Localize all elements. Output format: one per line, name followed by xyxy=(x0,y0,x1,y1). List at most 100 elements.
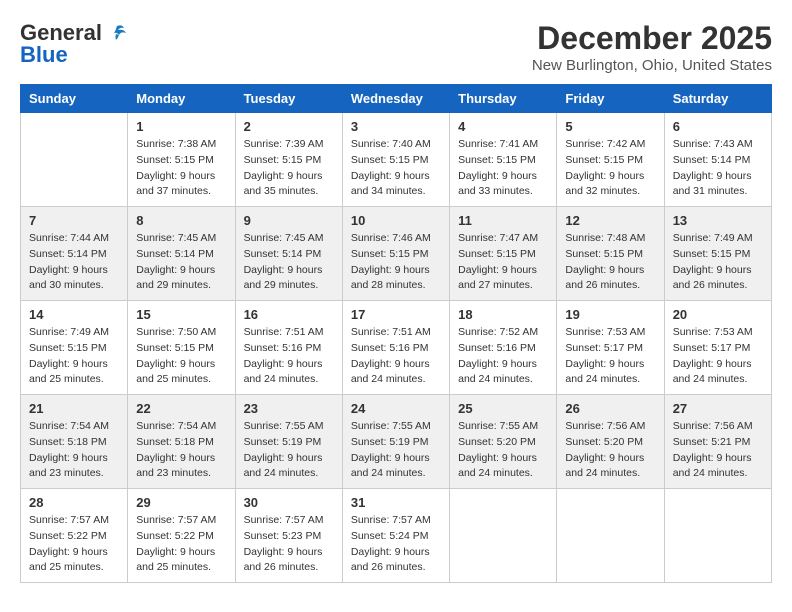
calendar-cell: 13Sunrise: 7:49 AM Sunset: 5:15 PM Dayli… xyxy=(664,207,771,301)
logo: General Blue xyxy=(20,20,128,68)
day-number: 10 xyxy=(351,213,441,228)
location-text: New Burlington, Ohio, United States xyxy=(532,57,772,74)
calendar-cell: 4 Sunrise: 7:41 AM Sunset: 5:15 PM Daylig… xyxy=(450,113,557,207)
calendar-cell: 17Sunrise: 7:51 AM Sunset: 5:16 PM Dayli… xyxy=(342,301,449,395)
day-info: Sunrise: 7:57 AM Sunset: 5:22 PM Dayligh… xyxy=(29,513,119,576)
day-number: 12 xyxy=(565,213,655,228)
calendar-table: SundayMondayTuesdayWednesdayThursdayFrid… xyxy=(20,84,772,583)
calendar-cell xyxy=(557,489,664,583)
calendar-cell: 11 Sunrise: 7:47 AM Sunset: 5:15 PM Dayli… xyxy=(450,207,557,301)
day-number: 6 xyxy=(673,119,763,134)
calendar-week-row: 1 Sunrise: 7:38 AM Sunset: 5:15 PM Daylig… xyxy=(21,113,772,207)
day-info: Sunrise: 7:44 AM Sunset: 5:14 PM Dayligh… xyxy=(29,231,119,294)
calendar-cell: 14Sunrise: 7:49 AM Sunset: 5:15 PM Dayli… xyxy=(21,301,128,395)
weekday-header-tuesday: Tuesday xyxy=(235,85,342,113)
day-info: Sunrise: 7:38 AM Sunset: 5:15 PM Dayligh… xyxy=(136,137,226,200)
day-number: 8 xyxy=(136,213,226,228)
day-number: 21 xyxy=(29,401,119,416)
day-info: Sunrise: 7:47 AM Sunset: 5:15 PM Dayligh… xyxy=(458,231,548,294)
calendar-week-row: 28 Sunrise: 7:57 AM Sunset: 5:22 PM Dayli… xyxy=(21,489,772,583)
day-number: 3 xyxy=(351,119,441,134)
day-info: Sunrise: 7:54 AM Sunset: 5:18 PM Dayligh… xyxy=(136,419,226,482)
calendar-cell: 26 Sunrise: 7:56 AM Sunset: 5:20 PM Dayli… xyxy=(557,395,664,489)
day-number: 29 xyxy=(136,495,226,510)
calendar-cell: 29Sunrise: 7:57 AM Sunset: 5:22 PM Dayli… xyxy=(128,489,235,583)
day-number: 20 xyxy=(673,307,763,322)
day-number: 22 xyxy=(136,401,226,416)
month-title: December 2025 xyxy=(532,20,772,57)
day-info: Sunrise: 7:52 AM Sunset: 5:16 PM Dayligh… xyxy=(458,325,548,388)
calendar-cell xyxy=(664,489,771,583)
day-info: Sunrise: 7:51 AM Sunset: 5:16 PM Dayligh… xyxy=(244,325,334,388)
day-info: Sunrise: 7:46 AM Sunset: 5:15 PM Dayligh… xyxy=(351,231,441,294)
calendar-cell: 31Sunrise: 7:57 AM Sunset: 5:24 PM Dayli… xyxy=(342,489,449,583)
day-info: Sunrise: 7:40 AM Sunset: 5:15 PM Dayligh… xyxy=(351,137,441,200)
calendar-cell: 6 Sunrise: 7:43 AM Sunset: 5:14 PM Daylig… xyxy=(664,113,771,207)
calendar-cell: 23 Sunrise: 7:55 AM Sunset: 5:19 PM Dayli… xyxy=(235,395,342,489)
day-number: 16 xyxy=(244,307,334,322)
day-number: 4 xyxy=(458,119,548,134)
calendar-cell: 24 Sunrise: 7:55 AM Sunset: 5:19 PM Dayli… xyxy=(342,395,449,489)
calendar-week-row: 21 Sunrise: 7:54 AM Sunset: 5:18 PM Dayli… xyxy=(21,395,772,489)
calendar-cell: 8 Sunrise: 7:45 AM Sunset: 5:14 PM Daylig… xyxy=(128,207,235,301)
calendar-header-row: SundayMondayTuesdayWednesdayThursdayFrid… xyxy=(21,85,772,113)
day-number: 2 xyxy=(244,119,334,134)
logo-bird-icon xyxy=(106,22,128,44)
logo-blue-text: Blue xyxy=(20,42,68,68)
day-number: 31 xyxy=(351,495,441,510)
calendar-cell xyxy=(450,489,557,583)
day-info: Sunrise: 7:55 AM Sunset: 5:19 PM Dayligh… xyxy=(244,419,334,482)
day-number: 30 xyxy=(244,495,334,510)
day-info: Sunrise: 7:41 AM Sunset: 5:15 PM Dayligh… xyxy=(458,137,548,200)
page-header: General Blue December 2025 New Burlingto… xyxy=(20,20,772,74)
calendar-cell: 16 Sunrise: 7:51 AM Sunset: 5:16 PM Dayli… xyxy=(235,301,342,395)
weekday-header-monday: Monday xyxy=(128,85,235,113)
day-number: 5 xyxy=(565,119,655,134)
day-info: Sunrise: 7:51 AM Sunset: 5:16 PM Dayligh… xyxy=(351,325,441,388)
day-number: 25 xyxy=(458,401,548,416)
calendar-cell: 22 Sunrise: 7:54 AM Sunset: 5:18 PM Dayli… xyxy=(128,395,235,489)
calendar-cell xyxy=(21,113,128,207)
weekday-header-saturday: Saturday xyxy=(664,85,771,113)
day-number: 11 xyxy=(458,213,548,228)
weekday-header-sunday: Sunday xyxy=(21,85,128,113)
day-number: 15 xyxy=(136,307,226,322)
calendar-cell: 3 Sunrise: 7:40 AM Sunset: 5:15 PM Daylig… xyxy=(342,113,449,207)
day-number: 1 xyxy=(136,119,226,134)
day-info: Sunrise: 7:57 AM Sunset: 5:23 PM Dayligh… xyxy=(244,513,334,576)
calendar-cell: 2Sunrise: 7:39 AM Sunset: 5:15 PM Daylig… xyxy=(235,113,342,207)
calendar-cell: 21 Sunrise: 7:54 AM Sunset: 5:18 PM Dayli… xyxy=(21,395,128,489)
day-info: Sunrise: 7:45 AM Sunset: 5:14 PM Dayligh… xyxy=(136,231,226,294)
day-number: 28 xyxy=(29,495,119,510)
day-info: Sunrise: 7:42 AM Sunset: 5:15 PM Dayligh… xyxy=(565,137,655,200)
calendar-cell: 18 Sunrise: 7:52 AM Sunset: 5:16 PM Dayli… xyxy=(450,301,557,395)
day-number: 18 xyxy=(458,307,548,322)
day-info: Sunrise: 7:55 AM Sunset: 5:19 PM Dayligh… xyxy=(351,419,441,482)
calendar-cell: 15 Sunrise: 7:50 AM Sunset: 5:15 PM Dayli… xyxy=(128,301,235,395)
day-info: Sunrise: 7:49 AM Sunset: 5:15 PM Dayligh… xyxy=(29,325,119,388)
weekday-header-wednesday: Wednesday xyxy=(342,85,449,113)
day-info: Sunrise: 7:48 AM Sunset: 5:15 PM Dayligh… xyxy=(565,231,655,294)
weekday-header-friday: Friday xyxy=(557,85,664,113)
calendar-cell: 7 Sunrise: 7:44 AM Sunset: 5:14 PM Daylig… xyxy=(21,207,128,301)
day-info: Sunrise: 7:43 AM Sunset: 5:14 PM Dayligh… xyxy=(673,137,763,200)
day-number: 7 xyxy=(29,213,119,228)
day-info: Sunrise: 7:56 AM Sunset: 5:20 PM Dayligh… xyxy=(565,419,655,482)
calendar-cell: 20Sunrise: 7:53 AM Sunset: 5:17 PM Dayli… xyxy=(664,301,771,395)
day-number: 19 xyxy=(565,307,655,322)
day-info: Sunrise: 7:54 AM Sunset: 5:18 PM Dayligh… xyxy=(29,419,119,482)
day-info: Sunrise: 7:53 AM Sunset: 5:17 PM Dayligh… xyxy=(565,325,655,388)
day-number: 27 xyxy=(673,401,763,416)
day-number: 26 xyxy=(565,401,655,416)
calendar-week-row: 7 Sunrise: 7:44 AM Sunset: 5:14 PM Daylig… xyxy=(21,207,772,301)
weekday-header-thursday: Thursday xyxy=(450,85,557,113)
day-info: Sunrise: 7:50 AM Sunset: 5:15 PM Dayligh… xyxy=(136,325,226,388)
day-number: 23 xyxy=(244,401,334,416)
day-number: 9 xyxy=(244,213,334,228)
calendar-cell: 28 Sunrise: 7:57 AM Sunset: 5:22 PM Dayli… xyxy=(21,489,128,583)
day-number: 24 xyxy=(351,401,441,416)
calendar-cell: 12 Sunrise: 7:48 AM Sunset: 5:15 PM Dayli… xyxy=(557,207,664,301)
calendar-cell: 25Sunrise: 7:55 AM Sunset: 5:20 PM Dayli… xyxy=(450,395,557,489)
calendar-cell: 30 Sunrise: 7:57 AM Sunset: 5:23 PM Dayli… xyxy=(235,489,342,583)
calendar-cell: 9Sunrise: 7:45 AM Sunset: 5:14 PM Daylig… xyxy=(235,207,342,301)
